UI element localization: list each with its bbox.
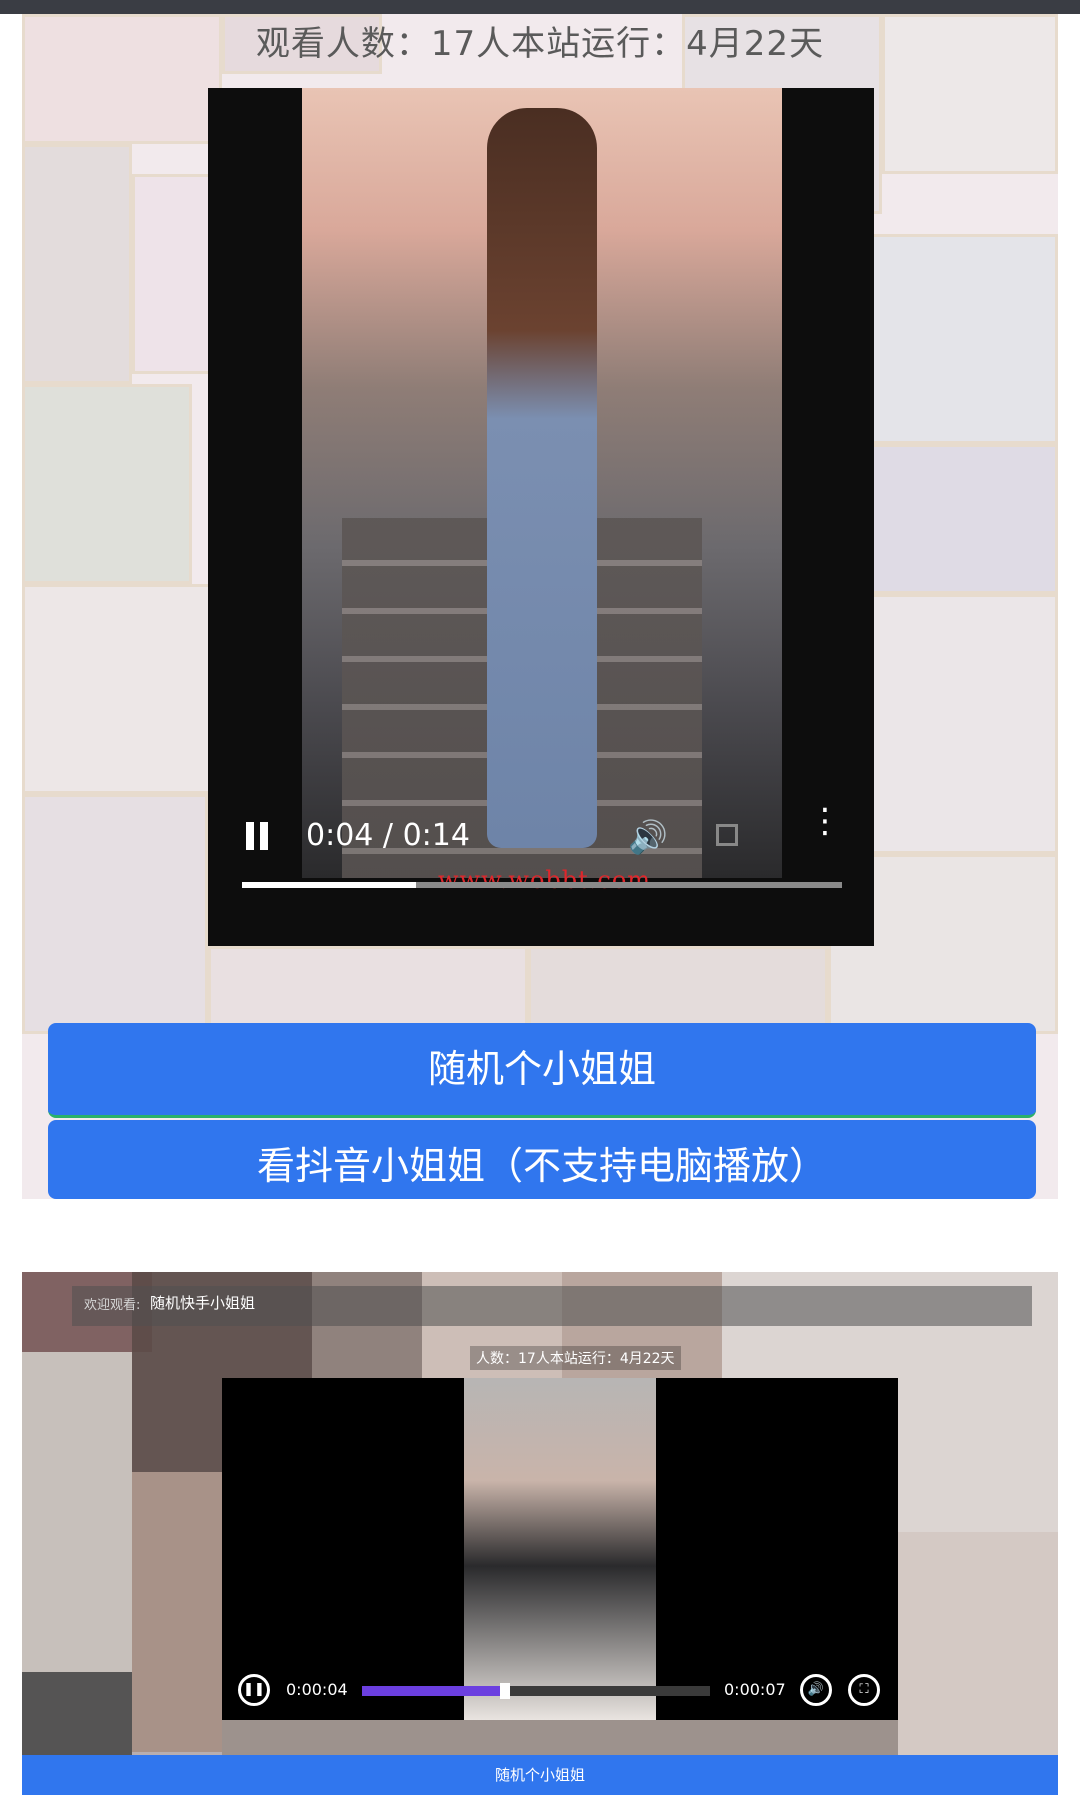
screenshot-desktop-view: 观看人数：17人本站运行：4月22天 0:04 / 0:14 🔊 ⋮ www.w…	[22, 14, 1058, 1199]
time-separator: /	[373, 818, 403, 853]
visitor-stats: 观看人数：17人本站运行：4月22天	[255, 24, 825, 64]
more-vertical-icon[interactable]: ⋮	[808, 804, 842, 838]
site-watermark: www.wobbt.com	[438, 866, 652, 894]
progress-handle[interactable]	[499, 1683, 510, 1699]
pause-icon[interactable]: ❚❚	[238, 1674, 270, 1706]
video-frame[interactable]	[302, 88, 782, 878]
progress-fill	[242, 882, 416, 888]
time-display: 0:04 / 0:14	[306, 818, 470, 853]
pause-icon[interactable]	[244, 822, 270, 852]
welcome-label: 欢迎观看:	[84, 1298, 141, 1313]
current-time: 0:00:04	[286, 1680, 348, 1699]
fullscreen-icon[interactable]	[716, 824, 738, 846]
video-player[interactable]: ❚❚ 0:00:04 0:00:07 🔊 ⛶	[222, 1378, 898, 1720]
current-time: 0:04	[306, 818, 374, 853]
visitor-stats: 人数：17人本站运行：4月22天	[470, 1346, 681, 1370]
video-subject	[487, 108, 597, 848]
video-player[interactable]: 0:04 / 0:14 🔊 ⋮ www.wobbt.com	[208, 88, 874, 946]
random-girl-button[interactable]: 随机个小姐姐	[48, 1023, 1036, 1118]
page-title: 随机快手小姐姐	[150, 1294, 256, 1312]
progress-bar[interactable]	[362, 1683, 710, 1699]
volume-icon[interactable]: 🔊	[628, 818, 668, 856]
random-girl-button[interactable]: 随机个小姐姐	[22, 1755, 1058, 1795]
screenshot-second-view: 欢迎观看: 随机快手小姐姐 人数：17人本站运行：4月22天 ❚❚ 0:00:0…	[22, 1272, 1058, 1795]
duration: 0:00:07	[724, 1680, 786, 1699]
duration: 0:14	[402, 818, 470, 853]
browser-top-bar	[0, 0, 1080, 14]
video-controls: ❚❚ 0:00:04 0:00:07 🔊 ⛶	[222, 1668, 898, 1720]
douyin-girl-button[interactable]: 看抖音小姐姐（不支持电脑播放）	[48, 1120, 1036, 1199]
progress-bar[interactable]	[242, 882, 842, 888]
video-controls: 0:04 / 0:14 🔊 ⋮ www.wobbt.com	[208, 804, 874, 946]
progress-fill	[362, 1686, 505, 1696]
fullscreen-icon[interactable]: ⛶	[848, 1674, 880, 1706]
volume-icon[interactable]: 🔊	[800, 1674, 832, 1706]
